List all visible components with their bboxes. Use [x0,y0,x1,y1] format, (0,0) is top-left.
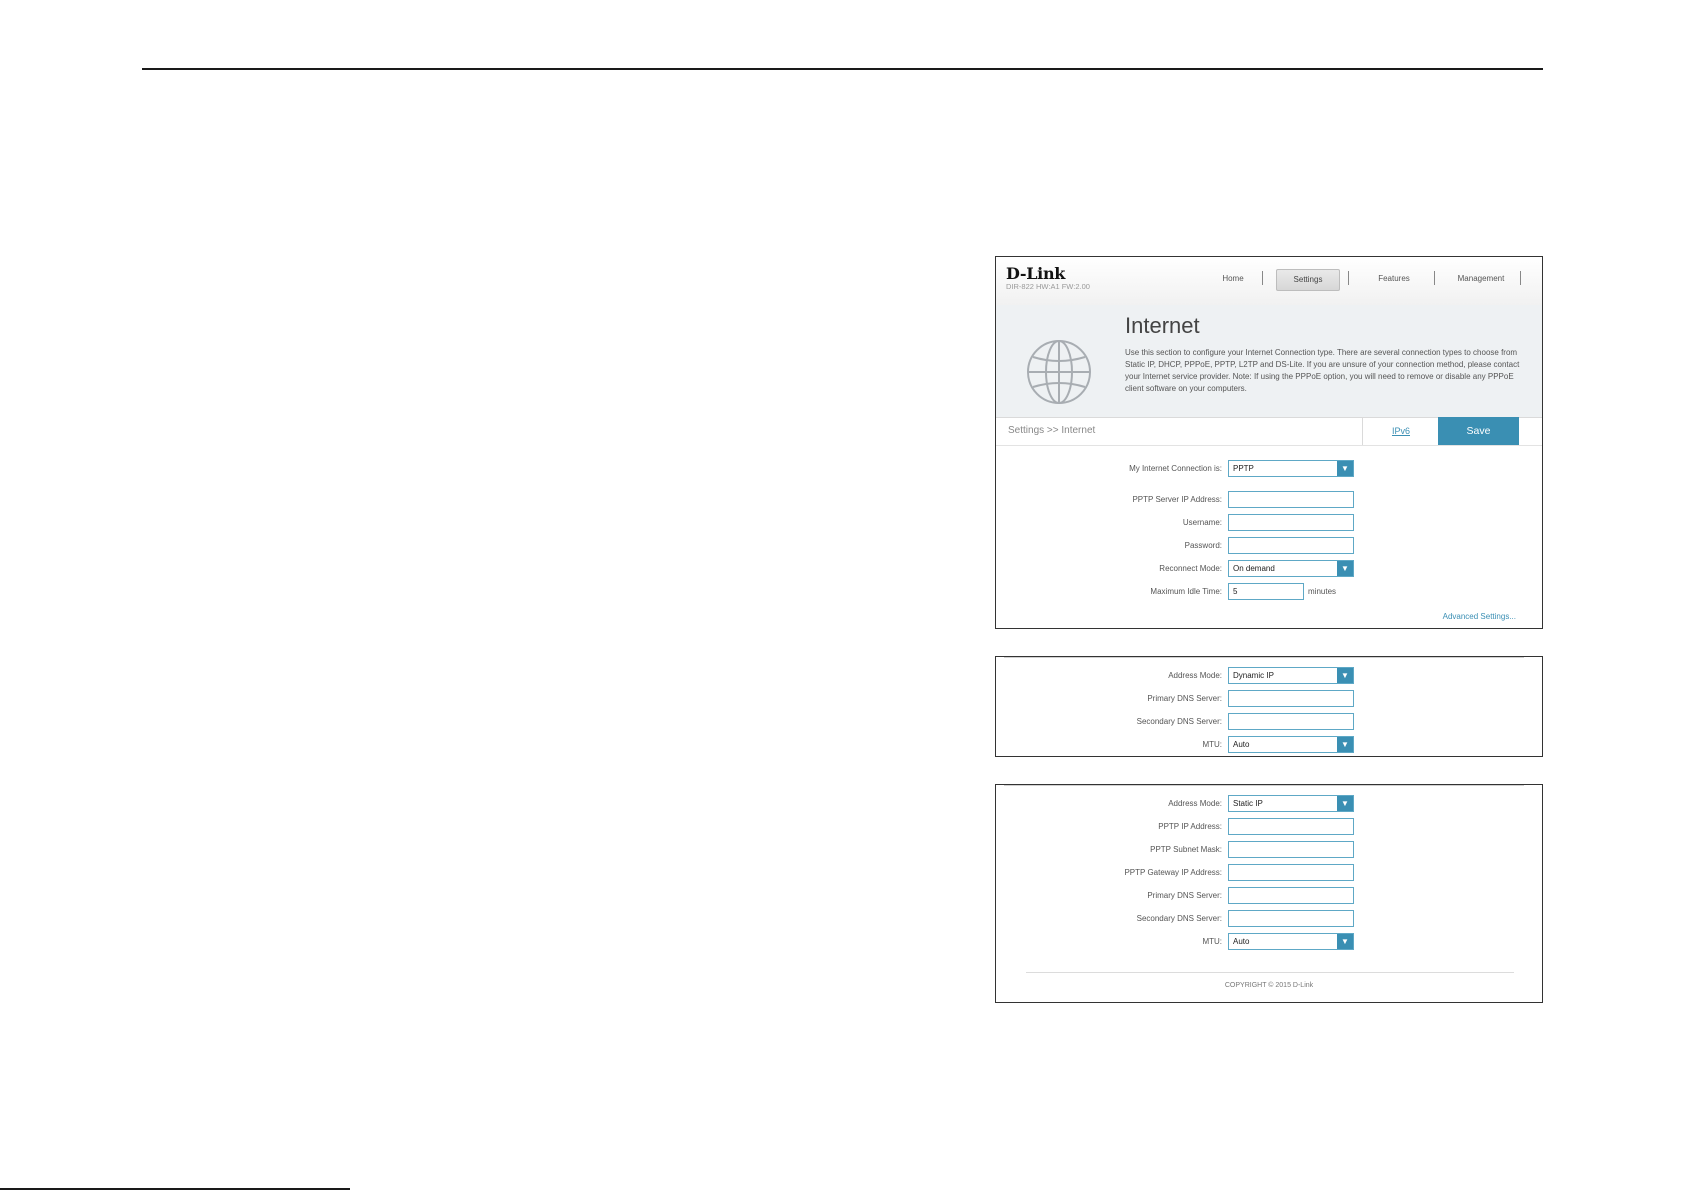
password-input[interactable] [1228,537,1354,554]
router-header: D-Link DIR-822 HW:A1 FW:2.00 Home Settin… [996,257,1542,306]
idle-time-row: Maximum Idle Time: 5 minutes [996,583,1542,601]
pptp-ip-input[interactable] [1228,818,1354,835]
primary-dns-label: Primary DNS Server: [1147,891,1222,900]
connection-type-value: PPTP [1233,464,1254,473]
mtu-value: Auto [1233,937,1250,946]
pptp-settings-screenshot: D-Link DIR-822 HW:A1 FW:2.00 Home Settin… [995,256,1543,629]
server-ip-label: PPTP Server IP Address: [1132,495,1222,504]
server-ip-row: PPTP Server IP Address: [996,491,1542,509]
connection-type-select[interactable]: PPTP ▼ [1228,460,1354,477]
nav-management[interactable]: Management [1444,269,1518,289]
secondary-dns-label: Secondary DNS Server: [1136,914,1222,923]
secondary-dns-input[interactable] [1228,910,1354,927]
password-label: Password: [1184,541,1222,550]
address-mode-row: Address Mode: Static IP ▼ [996,795,1542,813]
chevron-down-icon[interactable]: ▼ [1337,934,1353,949]
mtu-select[interactable]: Auto ▼ [1228,736,1354,753]
primary-dns-label: Primary DNS Server: [1147,694,1222,703]
page-bottom-rule [0,1188,350,1190]
address-mode-value: Dynamic IP [1233,671,1274,680]
mtu-label: MTU: [1202,740,1222,749]
idle-time-label: Maximum Idle Time: [1150,587,1222,596]
page-title: Internet [1125,313,1200,338]
idle-time-input[interactable]: 5 [1228,583,1304,600]
mtu-value: Auto [1233,740,1250,749]
connection-type-row: My Internet Connection is: PPTP ▼ [996,460,1542,478]
nav-separator [1520,271,1521,285]
reconnect-mode-select[interactable]: On demand ▼ [1228,560,1354,577]
dlink-logo: D-Link [1006,264,1066,283]
address-mode-row: Address Mode: Dynamic IP ▼ [996,667,1542,685]
advanced-settings-link[interactable]: Advanced Settings... [1443,612,1516,621]
mtu-row: MTU: Auto ▼ [996,933,1542,951]
chevron-down-icon[interactable]: ▼ [1337,737,1353,752]
page-top-rule [142,68,1543,70]
footer-divider [1026,972,1514,973]
username-row: Username: [996,514,1542,532]
username-input[interactable] [1228,514,1354,531]
nav-home[interactable]: Home [1204,269,1262,289]
breadcrumb: Settings >> Internet [1008,425,1096,436]
chevron-down-icon[interactable]: ▼ [1337,561,1353,576]
subnet-mask-row: PPTP Subnet Mask: [996,841,1542,859]
address-mode-label: Address Mode: [1168,799,1222,808]
chevron-down-icon[interactable]: ▼ [1337,796,1353,811]
static-ip-screenshot: Address Mode: Static IP ▼ PPTP IP Addres… [995,784,1543,1003]
server-ip-input[interactable] [1228,491,1354,508]
nav-features[interactable]: Features [1362,269,1426,289]
nav-separator [1262,271,1263,285]
chevron-down-icon[interactable]: ▼ [1337,461,1353,476]
model-info: DIR-822 HW:A1 FW:2.00 [1006,282,1090,291]
address-mode-value: Static IP [1233,799,1263,808]
reconnect-mode-row: Reconnect Mode: On demand ▼ [996,560,1542,578]
pptp-ip-row: PPTP IP Address: [996,818,1542,836]
panel-divider [1004,785,1524,786]
subnet-mask-label: PPTP Subnet Mask: [1150,845,1222,854]
panel-divider [1004,657,1524,658]
subnet-mask-input[interactable] [1228,841,1354,858]
gateway-ip-label: PPTP Gateway IP Address: [1124,868,1222,877]
reconnect-mode-label: Reconnect Mode: [1159,564,1222,573]
address-mode-select[interactable]: Static IP ▼ [1228,795,1354,812]
mtu-label: MTU: [1202,937,1222,946]
primary-dns-input[interactable] [1228,690,1354,707]
dynamic-ip-screenshot: Address Mode: Dynamic IP ▼ Primary DNS S… [995,656,1543,757]
username-label: Username: [1182,518,1222,527]
mtu-select[interactable]: Auto ▼ [1228,933,1354,950]
chevron-down-icon[interactable]: ▼ [1337,668,1353,683]
primary-dns-row: Primary DNS Server: [996,887,1542,905]
primary-dns-input[interactable] [1228,887,1354,904]
copyright-text: COPYRIGHT © 2015 D-Link [1224,982,1314,989]
password-row: Password: [996,537,1542,555]
address-mode-select[interactable]: Dynamic IP ▼ [1228,667,1354,684]
primary-dns-row: Primary DNS Server: [996,690,1542,708]
secondary-dns-row: Secondary DNS Server: [996,910,1542,928]
mtu-row: MTU: Auto ▼ [996,736,1542,754]
idle-time-unit: minutes [1308,587,1337,596]
reconnect-mode-value: On demand [1233,564,1275,573]
connection-type-label: My Internet Connection is: [1129,464,1222,473]
gateway-ip-input[interactable] [1228,864,1354,881]
ipv6-tab[interactable]: IPv6 [1362,417,1439,445]
secondary-dns-input[interactable] [1228,713,1354,730]
secondary-dns-label: Secondary DNS Server: [1136,717,1222,726]
nav-settings[interactable]: Settings [1276,269,1340,291]
page-description: Use this section to configure your Inter… [1125,348,1520,393]
breadcrumb-bar: Settings >> Internet IPv6 Save [996,417,1542,446]
secondary-dns-row: Secondary DNS Server: [996,713,1542,731]
pptp-ip-label: PPTP IP Address: [1158,822,1222,831]
gateway-ip-row: PPTP Gateway IP Address: [996,864,1542,882]
address-mode-label: Address Mode: [1168,671,1222,680]
nav-separator [1348,271,1349,285]
save-button[interactable]: Save [1438,417,1519,445]
globe-icon [1027,340,1091,404]
nav-separator [1434,271,1435,285]
internet-banner: Internet Use this section to configure y… [996,305,1542,418]
